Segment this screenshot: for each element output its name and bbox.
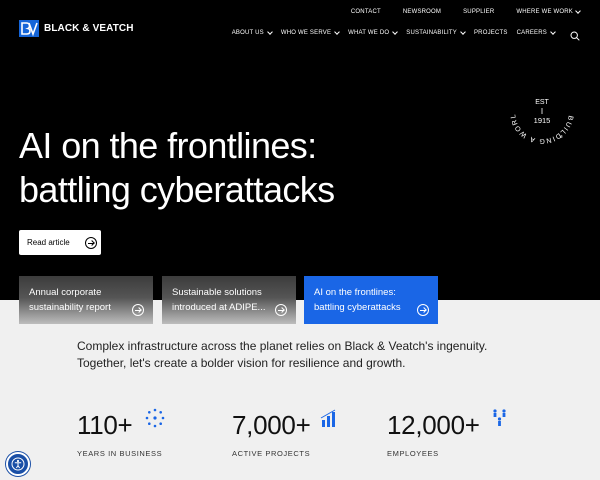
badge-registered-mark: ® bbox=[560, 134, 563, 139]
util-link-where-we-work[interactable]: WHERE WE WORK bbox=[516, 8, 581, 15]
card-title-line: Sustainable solutions bbox=[172, 287, 262, 298]
nav-item-projects[interactable]: PROJECTS bbox=[474, 30, 508, 36]
stat-value: 12,000+ bbox=[387, 410, 480, 440]
stat-value: 7,000+ bbox=[232, 410, 311, 440]
accessibility-icon bbox=[11, 457, 25, 471]
card-title-line: battling cyberattacks bbox=[314, 302, 401, 313]
est-1915-badge: BUILDING A WORLD OF DIFFERENCE EST 1915 … bbox=[506, 76, 574, 144]
util-link-contact[interactable]: CONTACT bbox=[351, 9, 381, 15]
main-nav: ABOUT US WHO WE SERVE WHAT WE DO SUSTAIN… bbox=[231, 28, 580, 41]
util-link-label: NEWSROOM bbox=[402, 9, 442, 15]
chevron-down-icon bbox=[334, 29, 340, 35]
feature-card-sustainable-solutions[interactable]: Sustainable solutions introduced at ADIP… bbox=[162, 276, 296, 324]
search-icon[interactable] bbox=[570, 28, 580, 41]
stat-label: EMPLOYEES bbox=[387, 449, 439, 458]
chevron-down-icon bbox=[575, 8, 581, 14]
badge-year: 1915 bbox=[534, 116, 551, 125]
people-icon bbox=[493, 409, 506, 426]
nav-item-who-we-serve[interactable]: WHO WE SERVE bbox=[280, 29, 340, 36]
nav-item-label: PROJECTS bbox=[473, 30, 508, 36]
hero-title: AI on the frontlines: battling cyberatta… bbox=[19, 124, 439, 212]
stat-label: YEARS IN BUSINESS bbox=[77, 449, 163, 458]
brand-logo[interactable]: BLACK & VEATCH bbox=[19, 20, 134, 37]
utility-nav: CONTACT NEWSROOM SUPPLIER WHERE WE WORK bbox=[351, 8, 581, 15]
nav-item-careers[interactable]: CAREERS bbox=[516, 29, 556, 36]
arrow-right-circle-icon bbox=[417, 304, 429, 316]
stat-label: ACTIVE PROJECTS bbox=[232, 449, 311, 458]
chevron-down-icon bbox=[460, 29, 466, 35]
util-link-label: SUPPLIER bbox=[463, 9, 495, 15]
arrow-right-circle-icon bbox=[132, 304, 144, 316]
hero-title-line: AI on the frontlines: bbox=[19, 125, 317, 166]
stat-employees: 12,000+ EMPLOYEES bbox=[387, 409, 506, 458]
card-title-line: Annual corporate bbox=[29, 287, 102, 298]
card-title-line: sustainability report bbox=[29, 302, 111, 313]
chevron-down-icon bbox=[392, 29, 399, 35]
clock-dots-icon bbox=[145, 408, 165, 428]
util-link-supplier[interactable]: SUPPLIER bbox=[463, 9, 494, 15]
badge-est: EST bbox=[535, 99, 549, 106]
arrow-right-circle-icon bbox=[275, 304, 287, 316]
nav-item-sustainability[interactable]: SUSTAINABILITY bbox=[406, 29, 466, 36]
stat-years: 110+ YEARS IN BUSINESS bbox=[77, 408, 165, 458]
bar-chart-icon bbox=[320, 409, 336, 427]
accessibility-button[interactable] bbox=[6, 452, 30, 476]
feature-card-sustainability-report[interactable]: Annual corporate sustainability report bbox=[19, 276, 153, 324]
intro-paragraph: Complex infrastructure across the planet… bbox=[77, 339, 488, 370]
nav-item-what-we-do[interactable]: WHAT WE DO bbox=[348, 29, 399, 36]
util-link-label: CONTACT bbox=[350, 9, 381, 15]
stat-projects: 7,000+ ACTIVE PROJECTS bbox=[232, 409, 336, 458]
nav-item-label: CAREERS bbox=[516, 30, 547, 36]
nav-item-label: WHO WE SERVE bbox=[280, 30, 332, 36]
util-link-newsroom[interactable]: NEWSROOM bbox=[403, 9, 441, 15]
read-article-label: Read article bbox=[27, 238, 70, 247]
hero-title-line: battling cyberattacks bbox=[19, 169, 335, 210]
nav-item-about-us[interactable]: ABOUT US bbox=[231, 29, 273, 36]
badge-ring-text: BUILDING A WORLD OF DIFFERENCE bbox=[506, 76, 574, 144]
util-link-label: WHERE WE WORK bbox=[516, 9, 573, 15]
card-title-line: AI on the frontlines: bbox=[314, 287, 396, 298]
chevron-down-icon bbox=[267, 29, 273, 35]
arrow-right-circle-icon bbox=[84, 236, 97, 249]
chevron-down-icon bbox=[550, 29, 556, 35]
nav-item-label: ABOUT US bbox=[231, 30, 264, 36]
feature-card-ai-frontlines[interactable]: AI on the frontlines: battling cyberatta… bbox=[304, 276, 438, 324]
card-title-line: introduced at ADIPE... bbox=[172, 302, 266, 313]
logo-mark-icon bbox=[19, 20, 39, 37]
brand-name: BLACK & VEATCH bbox=[44, 23, 134, 34]
nav-item-label: SUSTAINABILITY bbox=[406, 30, 457, 36]
nav-item-label: WHAT WE DO bbox=[348, 30, 390, 36]
read-article-button[interactable]: Read article bbox=[19, 230, 101, 255]
